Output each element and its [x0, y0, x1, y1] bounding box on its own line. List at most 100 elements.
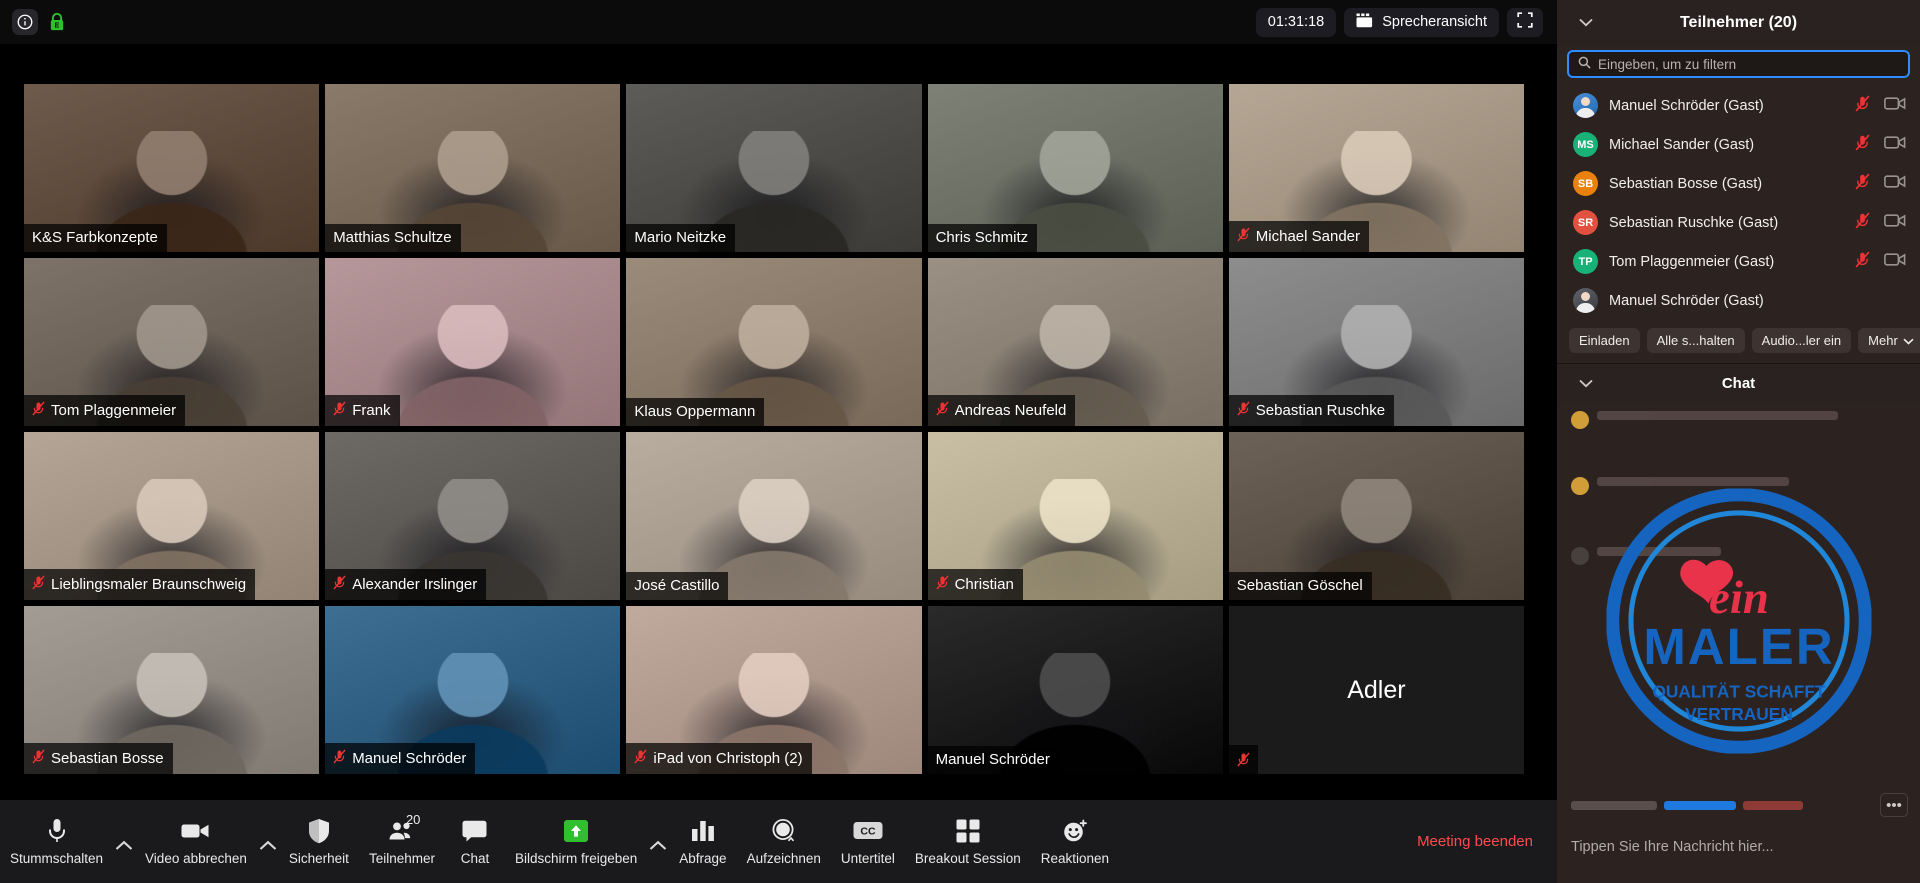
video-tile[interactable]: Christian [927, 432, 1223, 600]
tile-name-bar: Alexander Irslinger [325, 569, 487, 600]
toolbar-button-video-abbrechen[interactable]: Video abbrechen [135, 810, 257, 866]
participant-row[interactable]: Manuel Schröder (Gast) [1557, 281, 1920, 320]
chevron-down-icon[interactable] [1579, 375, 1593, 392]
tile-name-bar: Mario Neitzke [626, 224, 736, 252]
toolbar-button-breakout-session[interactable]: Breakout Session [905, 810, 1031, 866]
chevron-down-icon [1903, 333, 1914, 348]
chevron-up-icon[interactable] [113, 840, 135, 851]
panel-action-mehr[interactable]: Mehr [1858, 328, 1920, 353]
toolbar-button-chat[interactable]: Chat [445, 810, 505, 866]
chat-message-input[interactable]: Tippen Sie Ihre Nachricht hier... [1571, 839, 1774, 855]
video-tile[interactable]: Matthias Schultze [325, 84, 621, 252]
video-off-icon[interactable] [1884, 174, 1906, 194]
svg-text:CC: CC [860, 826, 876, 838]
participant-row[interactable]: SB Sebastian Bosse (Gast) [1557, 164, 1920, 203]
video-tile[interactable]: Andreas Neufeld [927, 258, 1223, 426]
tile-participant-name: Sebastian Göschel [1236, 578, 1363, 593]
chat-message-area[interactable]: ein MALER QUALITÄT SCHAFFT VERTRAUEN [1557, 403, 1920, 823]
end-meeting-button[interactable]: Meeting beenden [1417, 833, 1533, 850]
video-tile[interactable]: Sebastian Bosse [24, 606, 320, 774]
video-tile[interactable]: Manuel Schröder [927, 606, 1223, 774]
tile-participant-name: Lieblingsmaler Braunschweig [51, 576, 247, 592]
toolbar-item-group: Sicherheit [279, 810, 359, 866]
video-tile[interactable]: Sebastian Ruschke [1228, 258, 1524, 426]
video-tile[interactable]: Lieblingsmaler Braunschweig [24, 432, 320, 600]
fullscreen-button[interactable] [1507, 7, 1543, 37]
toolbar-button-aufzeichnen[interactable]: Aufzeichnen [737, 810, 831, 866]
participant-count-badge: 20 [405, 812, 421, 827]
panel-action-alle-s-halten[interactable]: Alle s...halten [1646, 328, 1745, 353]
toolbar-button-label: Abfrage [679, 851, 727, 866]
toolbar-item-group: 20 Teilnehmer [359, 810, 445, 866]
chevron-up-icon[interactable] [257, 840, 279, 851]
top-bar-right-group: 01:31:18 Sprecheransicht [1255, 7, 1557, 37]
video-off-icon[interactable] [1884, 252, 1906, 272]
video-tile[interactable]: K&S Farbkonzepte [24, 84, 320, 252]
video-tile[interactable]: Klaus Oppermann [626, 258, 922, 426]
view-mode-button[interactable]: Sprecheransicht [1344, 7, 1499, 37]
zoom-meeting-window: E 01:31:18 Sprecheransicht K&S Farbkonze… [0, 0, 1920, 883]
meeting-timer-text: 01:31:18 [1267, 14, 1325, 30]
microphone-muted-icon[interactable] [1855, 212, 1870, 234]
panel-action-audio-ler-ein[interactable]: Audio...ler ein [1751, 328, 1852, 353]
toolbar-button-teilnehmer[interactable]: 20 Teilnehmer [359, 810, 445, 866]
tile-name-bar: Tom Plaggenmeier [24, 395, 186, 426]
avatar: MS [1573, 132, 1598, 157]
chevron-down-icon[interactable] [1579, 14, 1593, 32]
participant-status-icons [1855, 173, 1906, 195]
participant-row[interactable]: MS Michael Sander (Gast) [1557, 125, 1920, 164]
search-icon [1578, 56, 1591, 72]
participant-row[interactable]: Manuel Schröder (Gast) [1557, 86, 1920, 125]
participant-name: Manuel Schröder (Gast) [1609, 292, 1764, 309]
avatar-initials: SR [1577, 216, 1594, 229]
avatar: SR [1573, 210, 1598, 235]
toolbar-button-reaktionen[interactable]: Reaktionen [1031, 810, 1119, 866]
video-tile[interactable]: Mario Neitzke [626, 84, 922, 252]
video-tile[interactable]: Tom Plaggenmeier [24, 258, 320, 426]
video-tile[interactable]: Alexander Irslinger [325, 432, 621, 600]
video-tile[interactable]: José Castillo [626, 432, 922, 600]
fullscreen-icon [1517, 12, 1533, 32]
toolbar-button-untertitel[interactable]: CC Untertitel [831, 810, 905, 866]
toolbar-button-bildschirm-freigeben[interactable]: Bildschirm freigeben [505, 810, 647, 866]
video-tile[interactable]: Manuel Schröder [325, 606, 621, 774]
search-input[interactable]: Eingeben, um zu filtern [1567, 50, 1910, 78]
microphone-muted-icon[interactable] [1855, 251, 1870, 273]
video-tile[interactable]: Frank [325, 258, 621, 426]
toolbar-button-sicherheit[interactable]: Sicherheit [279, 810, 359, 866]
microphone-icon [46, 814, 68, 848]
tile-name-bar: Klaus Oppermann [626, 398, 765, 426]
participant-row[interactable]: SR Sebastian Ruschke (Gast) [1557, 203, 1920, 242]
video-tile[interactable]: iPad von Christoph (2) [626, 606, 922, 774]
green-lock-icon[interactable]: E [47, 11, 67, 33]
chat-recipient-row[interactable] [1571, 799, 1906, 811]
avatar [1573, 93, 1598, 118]
microphone-muted-icon[interactable] [1855, 173, 1870, 195]
participants-list[interactable]: Manuel Schröder (Gast) MS Michael Sander (… [1557, 84, 1920, 320]
participant-status-icons [1855, 134, 1906, 156]
toolbar-button-abfrage[interactable]: Abfrage [669, 810, 736, 866]
video-off-icon[interactable] [1884, 96, 1906, 116]
microphone-muted-icon [1237, 227, 1250, 245]
video-off-icon[interactable] [1884, 213, 1906, 233]
microphone-muted-icon[interactable] [1855, 134, 1870, 156]
participant-row[interactable]: TP Tom Plaggenmeier (Gast) [1557, 242, 1920, 281]
tile-name-bar: Sebastian Göschel [1228, 572, 1372, 600]
tile-name-bar: Matthias Schultze [325, 224, 461, 252]
video-tile[interactable]: Sebastian Göschel [1228, 432, 1524, 600]
video-tile[interactable]: Michael Sander [1228, 84, 1524, 252]
video-tile[interactable]: Chris Schmitz [927, 84, 1223, 252]
video-tile[interactable]: Adler [1228, 606, 1524, 774]
toolbar-button-label: Bildschirm freigeben [514, 851, 638, 866]
info-icon[interactable] [12, 9, 38, 35]
microphone-muted-icon[interactable] [1855, 95, 1870, 117]
ellipsis-icon[interactable]: ••• [1880, 793, 1908, 817]
chevron-up-icon[interactable] [647, 840, 669, 851]
microphone-muted-icon [32, 575, 45, 593]
tile-participant-name: Matthias Schultze [333, 230, 452, 245]
panel-action-einladen[interactable]: Einladen [1569, 328, 1640, 353]
avatar-initials: MS [1577, 138, 1594, 151]
closed-caption-icon: CC [853, 814, 883, 848]
video-off-icon[interactable] [1884, 135, 1906, 155]
toolbar-button-stummschalten[interactable]: Stummschalten [0, 810, 113, 866]
